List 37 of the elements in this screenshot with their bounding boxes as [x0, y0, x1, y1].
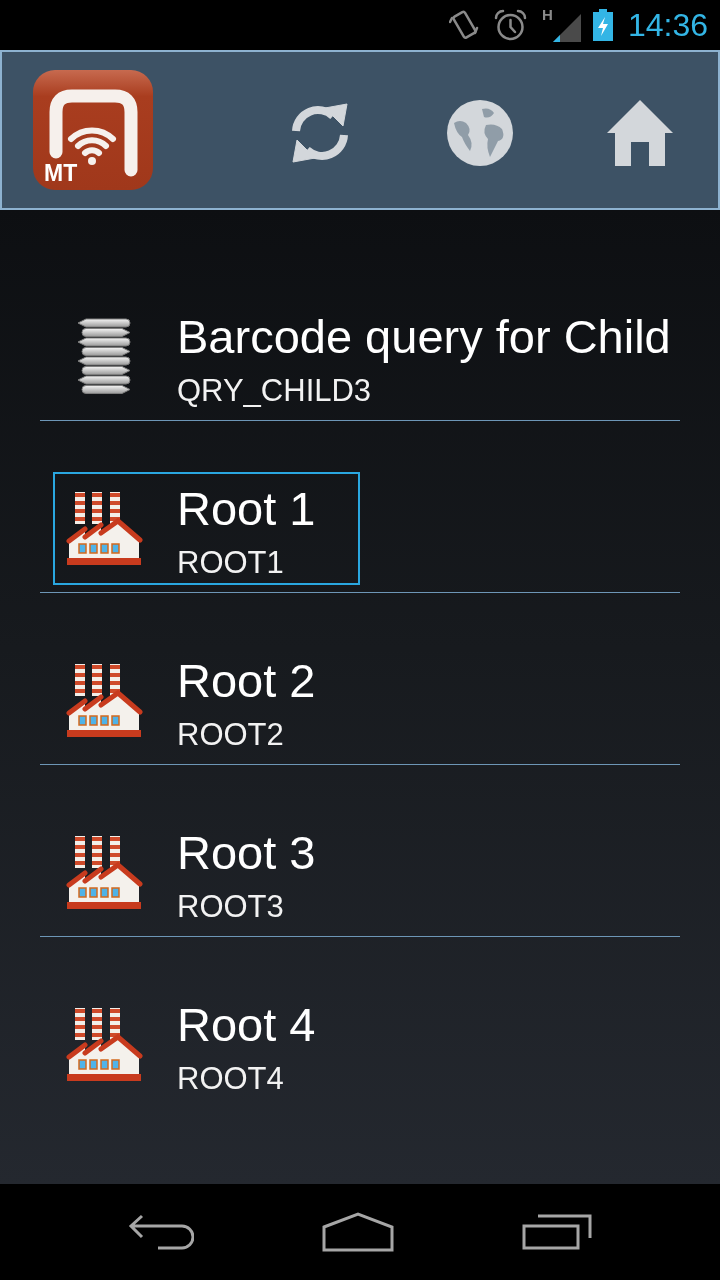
vibrate-icon [449, 8, 480, 42]
item-code: ROOT2 [177, 717, 285, 753]
list-item[interactable]: Root 3 ROOT3 [53, 816, 360, 929]
item-title: Root 3 [177, 826, 316, 880]
list-item[interactable]: Barcode query for Child QRY_CHILD3 [53, 300, 673, 413]
globe-button[interactable] [444, 97, 516, 169]
list-item[interactable]: Root 2 ROOT2 [53, 644, 360, 757]
refresh-icon [289, 102, 351, 164]
item-code: ROOT1 [177, 545, 285, 581]
factory-icon [65, 491, 143, 566]
alarm-icon [494, 8, 528, 42]
item-code: ROOT3 [177, 889, 285, 925]
house-outline-icon [322, 1212, 394, 1252]
stack-icon [76, 317, 132, 396]
item-code: ROOT4 [177, 1061, 285, 1097]
recent-apps-button[interactable] [522, 1214, 592, 1250]
home-nav-button[interactable] [322, 1212, 394, 1252]
item-title: Barcode query for Child [177, 310, 671, 364]
logo-text: MT [44, 161, 78, 185]
factory-icon [65, 663, 143, 738]
signal-icon [552, 14, 581, 42]
list-item[interactable]: Root 1 ROOT1 [53, 472, 360, 585]
item-title: Root 2 [177, 654, 316, 708]
item-code: QRY_CHILD3 [177, 373, 373, 409]
item-title: Root 1 [177, 482, 316, 536]
item-title: Root 4 [177, 998, 316, 1052]
factory-icon [65, 835, 143, 910]
network-type-label: H [542, 7, 553, 22]
list-item[interactable]: Root 4 ROOT4 [53, 988, 360, 1101]
back-icon [128, 1214, 194, 1250]
clock-time: 14:36 [627, 7, 708, 43]
back-button[interactable] [128, 1214, 194, 1250]
home-icon [607, 100, 673, 166]
factory-icon [65, 1007, 143, 1082]
battery-charging-icon [592, 9, 613, 41]
globe-icon [446, 99, 514, 167]
recent-apps-icon [522, 1214, 592, 1250]
